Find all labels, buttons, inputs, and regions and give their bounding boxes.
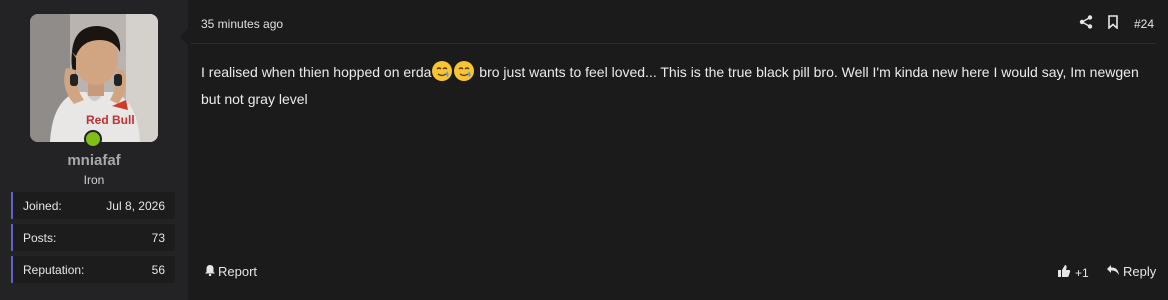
stat-reputation: Reputation: 56 — [11, 256, 175, 283]
online-status-indicator — [84, 130, 102, 148]
report-button[interactable]: Report — [204, 264, 257, 279]
post-timestamp[interactable]: 35 minutes ago — [201, 17, 283, 31]
reply-button[interactable]: Reply — [1106, 264, 1156, 279]
thumbs-up-icon — [1057, 264, 1071, 281]
user-title: Iron — [83, 173, 105, 187]
share-icon[interactable] — [1079, 15, 1093, 34]
post-text-part: I realised when thien hopped on erda — [201, 64, 432, 80]
like-button[interactable]: +1 — [1057, 264, 1089, 281]
post-number-link[interactable]: #24 — [1134, 17, 1154, 31]
stat-value: Jul 8, 2026 — [106, 199, 165, 213]
stat-label: Reputation: — [23, 263, 85, 277]
avatar[interactable]: Red Bull — [30, 14, 158, 142]
report-label: Report — [218, 264, 258, 279]
bell-icon — [204, 264, 216, 279]
reply-label: Reply — [1123, 264, 1157, 279]
username[interactable]: mniafaf — [0, 152, 188, 169]
smiling-face-with-tear-icon — [431, 60, 453, 88]
post-arrow — [180, 28, 189, 46]
stat-value: 56 — [151, 263, 165, 277]
smiling-face-with-tear-icon — [453, 60, 475, 88]
stat-label: Joined: — [23, 199, 62, 213]
stat-posts: Posts: 73 — [11, 224, 175, 251]
stat-label: Posts: — [23, 231, 57, 245]
bookmark-icon[interactable] — [1107, 15, 1119, 34]
like-count: +1 — [1075, 265, 1089, 280]
user-sidebar: Red Bull mniafaf Iron Joined: Jul 8, 202… — [0, 0, 188, 300]
reply-arrow-icon — [1106, 264, 1120, 279]
stat-joined: Joined: Jul 8, 2026 — [11, 192, 175, 219]
post-content: I realised when thien hopped on erda bro… — [201, 60, 1156, 110]
avatar-caption: Red Bull — [86, 113, 135, 127]
stat-value: 73 — [151, 231, 165, 245]
header-divider — [190, 43, 1156, 44]
